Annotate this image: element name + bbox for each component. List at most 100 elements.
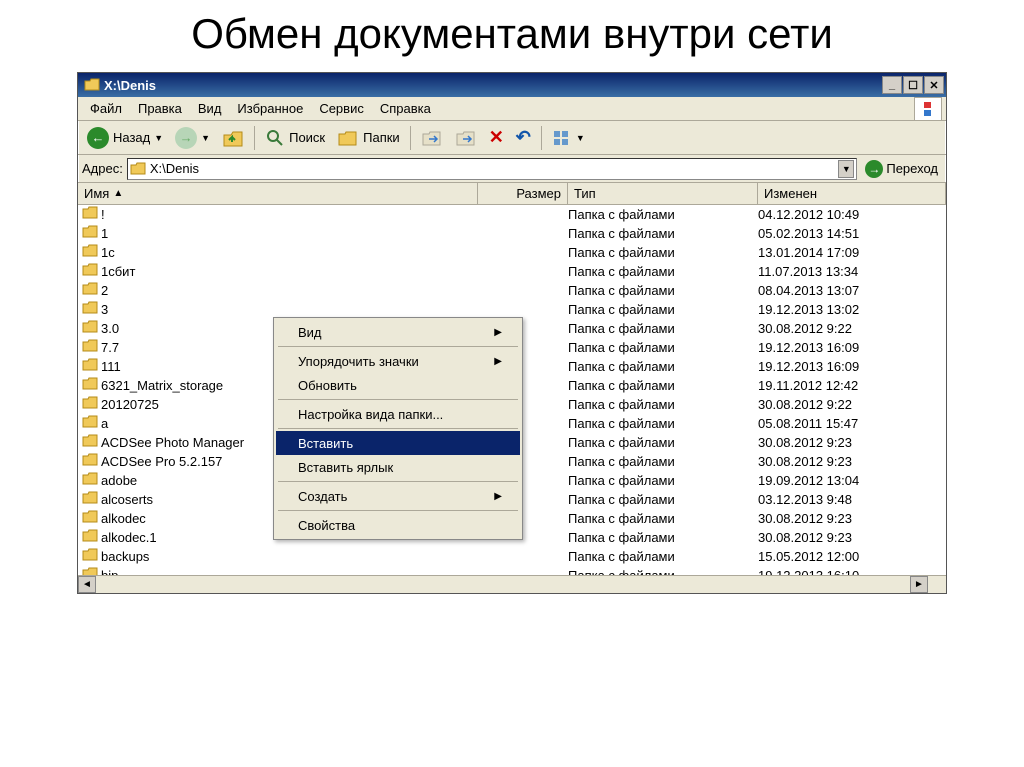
address-value: X:\Denis	[150, 161, 199, 176]
menu-help[interactable]: Справка	[372, 99, 439, 118]
slide-title: Обмен документами внутри сети	[0, 0, 1024, 72]
scroll-left-button[interactable]: ◄	[78, 576, 96, 593]
folder-icon	[82, 358, 98, 375]
folder-icon	[82, 415, 98, 432]
undo-button[interactable]: ↶	[511, 124, 536, 151]
menu-edit[interactable]: Правка	[130, 99, 190, 118]
table-row[interactable]: backupsПапка с файлами15.05.2012 12:00	[78, 547, 946, 566]
menu-separator	[278, 428, 518, 429]
file-type: Папка с файлами	[568, 302, 758, 317]
file-name: ACDSee Pro 5.2.157	[101, 454, 222, 469]
back-button[interactable]: ← Назад ▼	[82, 124, 168, 152]
menu-separator	[278, 346, 518, 347]
column-name[interactable]: Имя▲	[78, 183, 478, 204]
menu-favorites[interactable]: Избранное	[229, 99, 311, 118]
menu-item-label: Свойства	[298, 518, 355, 533]
chevron-down-icon: ▼	[576, 133, 585, 143]
file-modified: 19.12.2013 13:02	[758, 302, 946, 317]
menu-tools[interactable]: Сервис	[311, 99, 372, 118]
views-button[interactable]: ▼	[547, 126, 590, 150]
file-modified: 19.12.2013 16:09	[758, 359, 946, 374]
file-modified: 05.02.2013 14:51	[758, 226, 946, 241]
toolbar-separator	[410, 126, 411, 150]
up-button[interactable]	[217, 125, 249, 151]
file-type: Папка с файлами	[568, 454, 758, 469]
file-modified: 19.12.2013 16:10	[758, 568, 946, 575]
file-modified: 30.08.2012 9:23	[758, 530, 946, 545]
file-modified: 30.08.2012 9:23	[758, 454, 946, 469]
back-icon: ←	[87, 127, 109, 149]
column-modified[interactable]: Изменен	[758, 183, 946, 204]
close-button[interactable]: ✕	[924, 76, 944, 94]
folders-icon	[337, 128, 359, 148]
file-type: Папка с файлами	[568, 397, 758, 412]
table-row[interactable]: bipПапка с файлами19.12.2013 16:10	[78, 566, 946, 575]
file-type: Папка с файлами	[568, 340, 758, 355]
address-bar: Адрес: X:\Denis ▼ → Переход	[78, 155, 946, 183]
address-input[interactable]: X:\Denis ▼	[127, 158, 858, 180]
folder-icon	[82, 320, 98, 337]
delete-button[interactable]: ✕	[484, 124, 509, 151]
explorer-window: X:\Denis _ ☐ ✕ Файл Правка Вид Избранное…	[77, 72, 947, 594]
folder-icon	[82, 472, 98, 489]
file-type: Папка с файлами	[568, 492, 758, 507]
table-row[interactable]: 2Папка с файлами08.04.2013 13:07	[78, 281, 946, 300]
menu-item[interactable]: Вставить	[276, 431, 520, 455]
folders-button[interactable]: Папки	[332, 125, 405, 151]
menu-item-label: Вставить	[298, 436, 353, 451]
file-type: Папка с файлами	[568, 321, 758, 336]
folder-up-icon	[222, 128, 244, 148]
copy-to-button[interactable]	[450, 125, 482, 151]
search-icon	[265, 128, 285, 148]
folder-icon	[82, 377, 98, 394]
menu-item[interactable]: Упорядочить значки▶	[276, 349, 520, 373]
go-button[interactable]: → Переход	[861, 158, 942, 180]
copy-to-icon	[455, 128, 477, 148]
forward-button[interactable]: → ▼	[170, 124, 215, 152]
list-body[interactable]: !Папка с файлами04.12.2012 10:491Папка с…	[78, 205, 946, 575]
file-name: 7.7	[101, 340, 119, 355]
file-type: Папка с файлами	[568, 416, 758, 431]
horizontal-scrollbar[interactable]: ◄ ►	[78, 575, 946, 593]
folder-icon	[82, 396, 98, 413]
menu-item[interactable]: Вставить ярлык	[276, 455, 520, 479]
table-row[interactable]: 1Папка с файлами05.02.2013 14:51	[78, 224, 946, 243]
file-name: alkodec.1	[101, 530, 157, 545]
menu-file[interactable]: Файл	[82, 99, 130, 118]
move-to-button[interactable]	[416, 125, 448, 151]
column-type[interactable]: Тип	[568, 183, 758, 204]
file-type: Папка с файлами	[568, 207, 758, 222]
menu-item[interactable]: Вид▶	[276, 320, 520, 344]
titlebar[interactable]: X:\Denis _ ☐ ✕	[78, 73, 946, 97]
table-row[interactable]: !Папка с файлами04.12.2012 10:49	[78, 205, 946, 224]
table-row[interactable]: 1cПапка с файлами13.01.2014 17:09	[78, 243, 946, 262]
folder-icon	[82, 339, 98, 356]
menu-item[interactable]: Обновить	[276, 373, 520, 397]
menu-item-label: Вставить ярлык	[298, 460, 393, 475]
menu-item[interactable]: Настройка вида папки...	[276, 402, 520, 426]
table-row[interactable]: 1cбитПапка с файлами11.07.2013 13:34	[78, 262, 946, 281]
file-modified: 30.08.2012 9:22	[758, 321, 946, 336]
column-size[interactable]: Размер	[478, 183, 568, 204]
file-modified: 30.08.2012 9:23	[758, 435, 946, 450]
file-name: bip	[101, 568, 118, 575]
menubar: Файл Правка Вид Избранное Сервис Справка	[78, 97, 946, 121]
folder-icon	[82, 548, 98, 565]
scroll-right-button[interactable]: ►	[910, 576, 928, 593]
file-name: 3	[101, 302, 108, 317]
toolbar-separator	[541, 126, 542, 150]
file-type: Папка с файлами	[568, 511, 758, 526]
maximize-button[interactable]: ☐	[903, 76, 923, 94]
minimize-button[interactable]: _	[882, 76, 902, 94]
file-modified: 03.12.2013 9:48	[758, 492, 946, 507]
search-button[interactable]: Поиск	[260, 125, 330, 151]
menu-item[interactable]: Создать▶	[276, 484, 520, 508]
menu-item-label: Обновить	[298, 378, 357, 393]
folder-icon	[82, 301, 98, 318]
menu-view[interactable]: Вид	[190, 99, 230, 118]
menu-item[interactable]: Свойства	[276, 513, 520, 537]
folder-icon	[84, 77, 100, 93]
window-title: X:\Denis	[104, 78, 882, 93]
toolbar: ← Назад ▼ → ▼ Поиск Папки ✕ ↶ ▼	[78, 121, 946, 155]
address-dropdown-button[interactable]: ▼	[838, 160, 854, 178]
